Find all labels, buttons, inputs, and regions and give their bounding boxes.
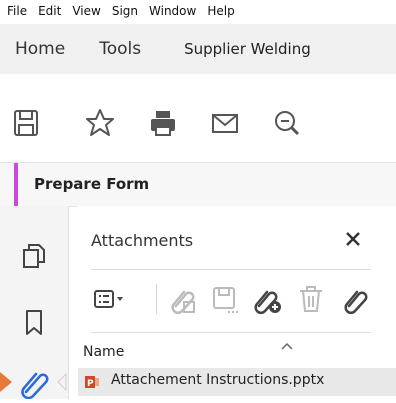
column-header-name[interactable]: Name [83, 344, 124, 360]
tab-tools[interactable]: Tools [65, 39, 141, 59]
toolbar-separator [156, 284, 157, 314]
tab-home[interactable]: Home [0, 39, 65, 59]
powerpoint-file-icon: P [84, 374, 100, 390]
menu-file[interactable]: File [7, 4, 27, 18]
delete-attachment-icon[interactable] [294, 282, 328, 316]
attachments-title: Attachments [91, 231, 194, 250]
menu-sign[interactable]: Sign [112, 4, 138, 18]
menu-help[interactable]: Help [207, 4, 234, 18]
mail-icon[interactable] [208, 106, 242, 140]
tab-bar: Home Tools Supplier Welding [0, 24, 396, 74]
attachment-row[interactable]: P Attachement Instructions.pptx [78, 368, 396, 396]
options-dropdown-icon[interactable] [92, 282, 126, 316]
print-icon[interactable] [146, 106, 180, 140]
close-icon[interactable] [342, 228, 364, 250]
menu-view[interactable]: View [72, 4, 100, 18]
toolbar-divider [91, 332, 371, 333]
attachments-panel: Attachments Name P Attachement Instructi… [78, 206, 396, 399]
menu-edit[interactable]: Edit [38, 4, 61, 18]
star-icon[interactable] [83, 106, 117, 140]
panel-divider [91, 269, 371, 270]
add-attachment-icon[interactable] [250, 282, 284, 316]
save-attachment-icon[interactable] [208, 282, 242, 316]
menu-bar: File Edit View Sign Window Help [0, 0, 396, 22]
pages-icon[interactable] [18, 240, 50, 272]
prepare-form-label: Prepare Form [34, 175, 150, 193]
open-attachment-icon[interactable] [166, 282, 200, 316]
svg-text:P: P [87, 379, 94, 389]
bookmark-icon[interactable] [18, 306, 50, 338]
tab-document[interactable]: Supplier Welding [141, 40, 311, 58]
zoom-out-icon[interactable] [270, 106, 304, 140]
prepare-form-accent [14, 163, 18, 206]
sort-caret-icon[interactable] [280, 336, 294, 350]
main-toolbar [0, 100, 396, 148]
prepare-form-tool[interactable]: Prepare Form [0, 162, 396, 207]
save-icon[interactable] [9, 106, 43, 140]
edit-description-icon[interactable] [340, 282, 374, 316]
menu-window[interactable]: Window [149, 4, 196, 18]
paperclip-active-tab[interactable] [0, 366, 70, 400]
attachment-filename: Attachement Instructions.pptx [111, 372, 325, 388]
